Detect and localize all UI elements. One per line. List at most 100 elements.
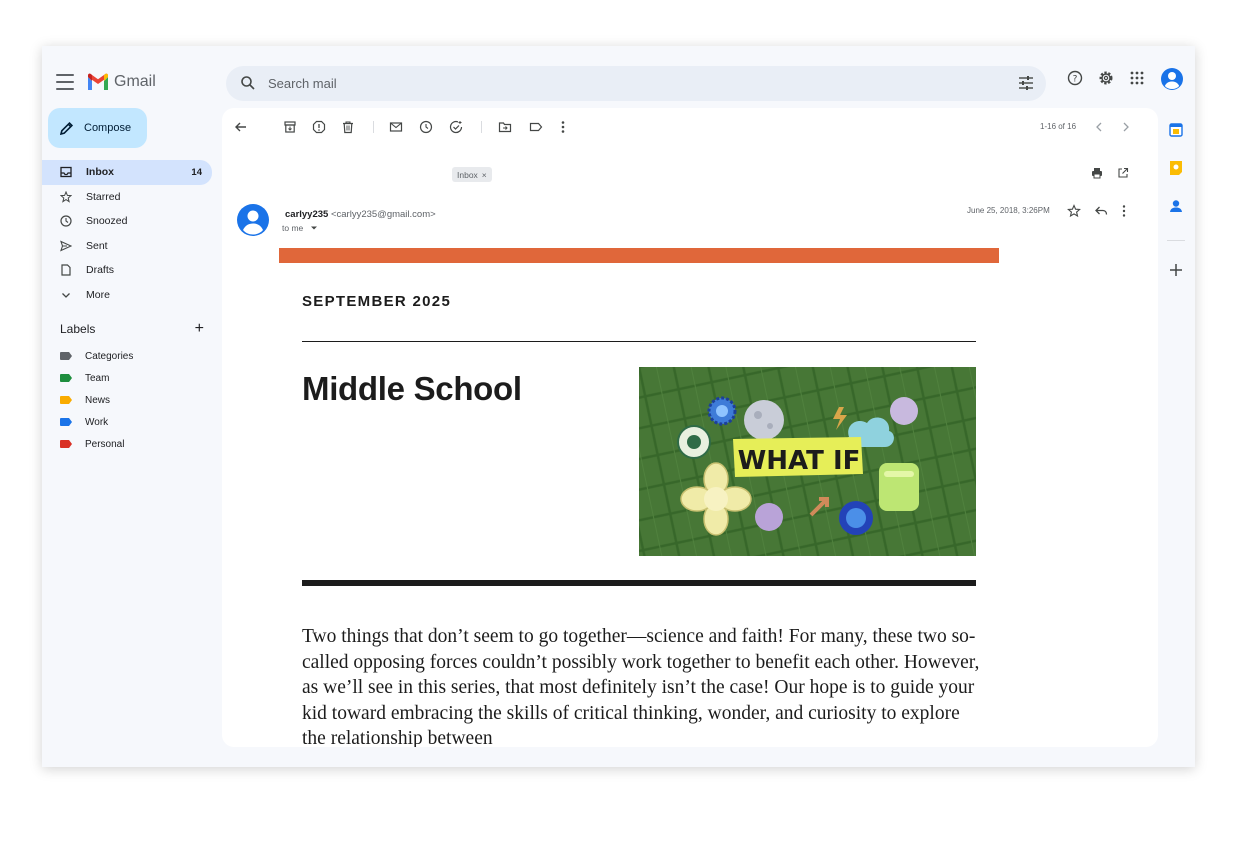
chip-close-icon[interactable]: × [482, 170, 487, 180]
labels-header: Labels + [60, 320, 204, 338]
draft-icon [61, 264, 71, 276]
calendar-app-icon[interactable] [1161, 120, 1191, 140]
label-name: Categories [85, 350, 134, 362]
sender-line: carlyy235 <carlyy235@gmail.com> [285, 209, 436, 220]
caret-down-icon [310, 226, 317, 230]
gmail-window: Gmail ? Compose Inbox 14 Starred Snoozed [42, 46, 1195, 767]
compose-button[interactable]: Compose [48, 108, 147, 148]
move-to-folder-icon[interactable] [498, 120, 512, 134]
label-list: Categories Team News Work Personal [60, 345, 133, 455]
pagination-count: 1-16 of 16 [1040, 122, 1077, 131]
sidebar-item-inbox[interactable]: Inbox 14 [42, 160, 212, 185]
newsletter-month: SEPTEMBER 2025 [302, 293, 452, 310]
email-accent-banner [279, 248, 999, 263]
sidebar-item-starred[interactable]: Starred [42, 185, 212, 210]
search-input[interactable] [268, 66, 968, 101]
label-name: Personal [85, 438, 125, 450]
delete-trash-icon[interactable] [341, 120, 355, 134]
label-item-work[interactable]: Work [60, 411, 133, 433]
older-chevron-right-icon[interactable] [1119, 120, 1133, 134]
label-tag-icon [60, 418, 72, 426]
sidebar-item-drafts[interactable]: Drafts [42, 258, 212, 283]
create-label-plus-icon[interactable]: + [195, 320, 204, 338]
newsletter-title: Middle School [302, 370, 522, 407]
toolbar-divider [481, 121, 482, 133]
label-tag-icon [60, 374, 72, 382]
archive-icon[interactable] [283, 120, 297, 134]
search-bar[interactable] [226, 66, 1046, 101]
open-new-window-icon[interactable] [1116, 166, 1130, 180]
label-item-personal[interactable]: Personal [60, 433, 133, 455]
sidebar-item-label: Drafts [86, 264, 115, 277]
main-menu-icon[interactable] [56, 74, 74, 90]
message-more-vertical-icon[interactable] [1117, 204, 1131, 218]
keep-app-icon[interactable] [1161, 158, 1191, 178]
add-addon-plus-icon[interactable] [1161, 260, 1191, 280]
label-item-categories[interactable]: Categories [60, 345, 133, 367]
compose-label: Compose [84, 122, 132, 134]
label-tag-outline-icon[interactable] [529, 120, 543, 134]
contacts-app-icon[interactable] [1161, 196, 1191, 216]
report-spam-icon[interactable] [312, 120, 326, 134]
message-date: June 25, 2018, 3:26PM [967, 206, 1050, 215]
apps-grid-icon[interactable] [1129, 70, 1145, 86]
sender-email: <carlyy235@gmail.com> [330, 209, 436, 220]
sidebar-item-label: Sent [86, 239, 108, 252]
more-vertical-icon[interactable] [556, 120, 570, 134]
newer-chevron-left-icon[interactable] [1092, 120, 1106, 134]
hero-illustration: WHAT IF [639, 367, 976, 556]
mark-unread-mail-icon[interactable] [389, 120, 403, 134]
label-tag-icon [60, 352, 72, 360]
search-icon[interactable] [240, 75, 256, 91]
sidebar-item-more[interactable]: More [42, 283, 212, 308]
reply-arrow-icon[interactable] [1094, 204, 1108, 218]
help-icon[interactable]: ? [1067, 70, 1083, 86]
label-item-team[interactable]: Team [60, 367, 133, 389]
sidebar-item-snoozed[interactable]: Snoozed [42, 209, 212, 234]
gmail-logo[interactable]: Gmail [86, 73, 156, 91]
search-options-icon[interactable] [1018, 75, 1034, 91]
chevron-down-icon [62, 292, 70, 298]
clock-icon [60, 215, 72, 227]
sender-avatar-icon[interactable] [236, 203, 270, 237]
snooze-clock-icon[interactable] [419, 120, 433, 134]
labels-title: Labels [60, 322, 96, 336]
label-tag-icon [60, 440, 72, 448]
sidebar-nav: Inbox 14 Starred Snoozed Sent Drafts Mor… [42, 160, 212, 307]
sidebar-item-label: More [86, 288, 110, 301]
label-tag-icon [60, 396, 72, 404]
toolbar-divider [373, 121, 374, 133]
email-body-text: Two things that don’t seem to go togethe… [302, 626, 980, 747]
star-icon [60, 190, 72, 203]
recipient-details[interactable]: to me [282, 223, 318, 233]
message-toolbar: 1-16 of 16 [222, 108, 1158, 146]
svg-text:?: ? [1073, 75, 1078, 85]
sidebar-item-label: Snoozed [86, 215, 128, 228]
divider-thin [302, 341, 976, 342]
back-arrow-icon[interactable] [234, 120, 248, 134]
hero-what-if-text: WHAT IF [738, 446, 861, 476]
sidebar-item-sent[interactable]: Sent [42, 234, 212, 259]
side-panel-divider [1167, 240, 1185, 241]
hero-artwork: WHAT IF [639, 367, 976, 556]
gmail-m-icon [88, 73, 108, 90]
print-icon[interactable] [1090, 166, 1104, 180]
recipient-label: to me [282, 223, 304, 233]
label-item-news[interactable]: News [60, 389, 133, 411]
account-avatar-icon[interactable] [1160, 67, 1184, 91]
label-name: Team [85, 372, 110, 384]
sender-name[interactable]: carlyy235 [285, 209, 328, 220]
pencil-icon [60, 121, 74, 135]
settings-gear-icon[interactable] [1098, 70, 1114, 86]
label-name: News [85, 394, 111, 406]
star-message-icon[interactable] [1067, 204, 1081, 218]
inbox-icon [60, 167, 72, 178]
sidebar-item-label: Starred [86, 190, 121, 203]
divider-thick [302, 580, 976, 586]
label-name: Work [85, 416, 109, 428]
chip-label: Inbox [457, 169, 478, 180]
add-to-tasks-icon[interactable] [449, 120, 463, 134]
sidebar-item-label: Inbox [86, 166, 114, 179]
inbox-label-chip[interactable]: Inbox × [452, 167, 492, 182]
inbox-unread-count: 14 [191, 166, 202, 178]
